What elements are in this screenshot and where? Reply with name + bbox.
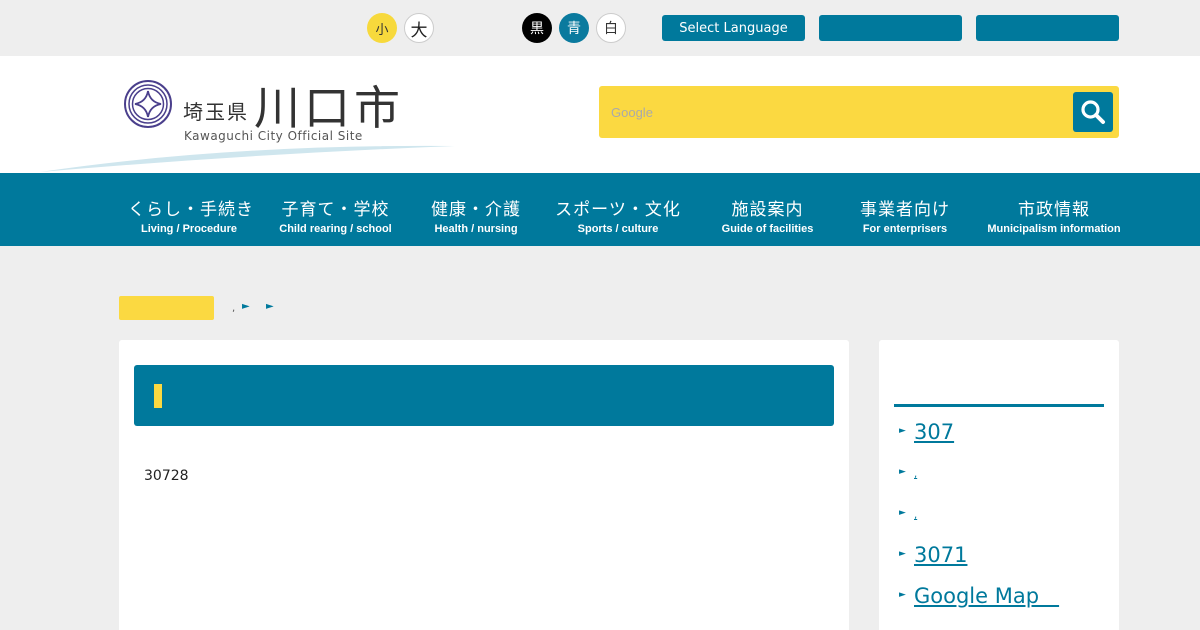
select-language-button[interactable]: Select Language: [662, 15, 805, 41]
nav-label-jp: 子育て・学校: [281, 200, 390, 220]
nav-label-en: Child rearing / school: [279, 223, 392, 235]
nav-enterprisers[interactable]: 事業者向け For enterprisers: [855, 173, 955, 246]
breadcrumb-home[interactable]: [119, 296, 214, 320]
sidebar-link[interactable]: ,: [914, 510, 917, 521]
topbar-button-3[interactable]: [976, 15, 1119, 41]
nav-facilities[interactable]: 施設案内 Guide of facilities: [720, 173, 815, 246]
nav-label-en: Health / nursing: [434, 223, 518, 235]
sidebar-link[interactable]: 307: [914, 420, 954, 444]
nav-label-jp: くらし・手続き: [128, 200, 254, 220]
global-nav: くらし・手続き Living / Procedure 子育て・学校 Child …: [0, 173, 1200, 246]
nav-child-rearing[interactable]: 子育て・学校 Child rearing / school: [278, 173, 393, 246]
color-blue-button[interactable]: 青: [559, 13, 589, 43]
nav-label-jp: スポーツ・文化: [555, 200, 681, 220]
sidebar: ► 307 ► , ► , ► 3071 ► Google Map ►: [879, 340, 1119, 630]
breadcrumb-item[interactable]: ,: [232, 303, 235, 314]
header-swoosh: [40, 145, 455, 172]
breadcrumb-arrow-icon: ►: [266, 301, 274, 312]
nav-living[interactable]: くらし・手続き Living / Procedure: [128, 173, 254, 246]
search-icon: [1081, 100, 1105, 124]
nav-label-en: Sports / culture: [577, 223, 659, 235]
sidebar-link[interactable]: ,: [914, 469, 917, 480]
nav-label-en: Municipalism information: [987, 223, 1121, 235]
nav-health[interactable]: 健康・介護 Health / nursing: [430, 173, 522, 246]
breadcrumb-arrow-icon: ►: [242, 301, 250, 312]
nav-label-en: For enterprisers: [862, 223, 948, 235]
utility-bar: 小 大 黒 青 白 Select Language: [0, 0, 1200, 56]
arrow-icon: ►: [899, 508, 906, 518]
nav-label-en: Guide of facilities: [721, 223, 814, 235]
topbar-button-2[interactable]: [819, 15, 962, 41]
arrow-icon: ►: [899, 467, 906, 477]
nav-sports[interactable]: スポーツ・文化 Sports / culture: [555, 173, 681, 246]
sidebar-link-google-map[interactable]: Google Map: [914, 584, 1059, 608]
color-white-button[interactable]: 白: [596, 13, 626, 43]
sidebar-link[interactable]: 3071: [914, 543, 967, 567]
title-accent-mark: [154, 384, 162, 408]
arrow-icon: ►: [899, 426, 906, 436]
search-button[interactable]: [1073, 92, 1113, 132]
site-header: 埼玉県 川口市 Kawaguchi City Official Site Goo…: [0, 56, 1200, 173]
nav-municipal[interactable]: 市政情報 Municipalism information: [985, 173, 1123, 246]
nav-label-jp: 事業者向け: [860, 200, 950, 220]
font-size-small-button[interactable]: 小: [367, 13, 397, 43]
city-seal-icon: [124, 80, 172, 128]
sidebar-divider: [894, 404, 1104, 407]
color-black-button[interactable]: 黒: [522, 13, 552, 43]
search-input[interactable]: Google: [611, 99, 1051, 125]
body-text: 30728: [144, 468, 189, 484]
site-logo[interactable]: 埼玉県 川口市 Kawaguchi City Official Site: [120, 74, 440, 144]
nav-label-en: Living / Procedure: [141, 223, 237, 235]
site-subtitle: Kawaguchi City Official Site: [184, 129, 363, 143]
page-title-bar: [134, 365, 834, 426]
nav-label-jp: 健康・介護: [431, 200, 521, 220]
main-content: 30728: [119, 340, 849, 630]
font-size-large-button[interactable]: 大: [404, 13, 434, 43]
arrow-icon: ►: [899, 549, 906, 559]
search-bar: Google: [599, 86, 1119, 138]
arrow-icon: ►: [899, 590, 906, 600]
prefecture-label: 埼玉県: [183, 100, 249, 124]
nav-label-jp: 市政情報: [1018, 200, 1090, 220]
nav-label-jp: 施設案内: [731, 200, 804, 220]
